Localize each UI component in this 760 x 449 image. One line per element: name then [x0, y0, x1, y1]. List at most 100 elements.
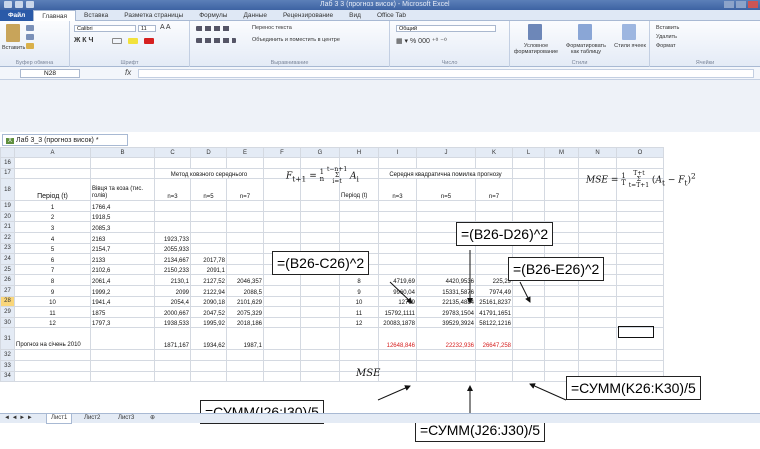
- tab-insert[interactable]: Вставка: [76, 10, 116, 21]
- paste-label[interactable]: Вставить: [2, 45, 25, 51]
- font-size-select[interactable]: 11: [138, 25, 156, 32]
- document-tab[interactable]: X Лаб 3_3 (прогноз висок) *: [2, 134, 128, 146]
- cell-i[interactable]: 9960,04: [378, 284, 417, 297]
- cell-c[interactable]: 2099: [154, 284, 191, 297]
- cell-b[interactable]: 1999,2: [90, 284, 155, 297]
- row-header[interactable]: 34: [0, 370, 15, 383]
- maximize-icon[interactable]: [736, 1, 746, 8]
- cell-styles-button[interactable]: Стили ячеек: [612, 43, 648, 49]
- cell-b[interactable]: 1918,5: [90, 210, 155, 223]
- cell-j[interactable]: 22135,4884: [416, 295, 476, 308]
- cell-i[interactable]: 20083,1878: [378, 316, 417, 329]
- row-header[interactable]: 21: [0, 221, 15, 233]
- cell-c[interactable]: 1871,167: [154, 327, 191, 351]
- cell-c[interactable]: 2000,667: [154, 306, 191, 318]
- new-sheet-icon[interactable]: ⊕: [150, 414, 155, 423]
- cell-b[interactable]: 2102,6: [90, 263, 155, 276]
- percent-icon[interactable]: ▦ ▾ % 000 ⁺⁰ ⁻⁰: [396, 37, 447, 45]
- cut-icon[interactable]: [26, 25, 34, 31]
- col-header-k[interactable]: K: [475, 147, 513, 158]
- tab-formulas[interactable]: Формулы: [191, 10, 235, 21]
- cell-k[interactable]: 41791,1651: [475, 306, 513, 318]
- cell-k[interactable]: 7974,49: [475, 284, 513, 297]
- row-header[interactable]: 18: [0, 178, 15, 202]
- row-header[interactable]: 20: [0, 210, 15, 223]
- cell-a[interactable]: 6: [14, 253, 91, 265]
- row-header[interactable]: 27: [0, 284, 15, 297]
- cell-e[interactable]: 1987,1: [226, 327, 264, 351]
- row-header[interactable]: 22: [0, 231, 15, 244]
- row-header[interactable]: 24: [0, 253, 15, 265]
- tab-data[interactable]: Данные: [235, 10, 274, 21]
- grow-font-icon[interactable]: A A: [160, 24, 171, 31]
- cell-j[interactable]: 4420,9536: [416, 274, 476, 286]
- cell-a[interactable]: 2: [14, 210, 91, 223]
- cell-b[interactable]: 2163: [90, 231, 155, 244]
- row-header[interactable]: 23: [0, 242, 15, 255]
- number-format-select[interactable]: Общий: [396, 25, 496, 32]
- conditional-format-button[interactable]: Условное форматирование: [512, 43, 560, 55]
- tab-file[interactable]: Файл: [0, 9, 34, 21]
- delete-cells-button[interactable]: Удалить: [656, 34, 677, 40]
- cell-h[interactable]: 10: [339, 295, 379, 308]
- cell-i[interactable]: 12769: [378, 295, 417, 308]
- cell-d[interactable]: 2090,18: [190, 295, 227, 308]
- undo-icon[interactable]: [26, 1, 34, 8]
- cell-j[interactable]: 15331,5876: [416, 284, 476, 297]
- cell-b[interactable]: 2085,3: [90, 221, 155, 233]
- cell-b[interactable]: 1766,4: [90, 200, 155, 212]
- row-header[interactable]: 33: [0, 359, 15, 372]
- align-left-icon[interactable]: [196, 38, 236, 43]
- col-header-n[interactable]: N: [578, 147, 617, 158]
- mse-n7[interactable]: 26647,258: [475, 327, 513, 351]
- active-cell-outline[interactable]: [618, 326, 654, 338]
- cell-c[interactable]: 2130,1: [154, 274, 191, 286]
- cell-h[interactable]: 11: [339, 306, 379, 318]
- cell-a[interactable]: 4: [14, 231, 91, 244]
- mse-n5[interactable]: 22232,936: [416, 327, 476, 351]
- merge-center-button[interactable]: Объединить и поместить в центре: [252, 37, 340, 43]
- close-icon[interactable]: [748, 1, 758, 8]
- col-header-m[interactable]: M: [544, 147, 579, 158]
- cell-d[interactable]: 2091,1: [190, 263, 227, 276]
- cell-a[interactable]: 7: [14, 263, 91, 276]
- cell-a[interactable]: 1: [14, 200, 91, 212]
- row-header[interactable]: 30: [0, 316, 15, 329]
- cell-j[interactable]: 39529,3924: [416, 316, 476, 329]
- window-controls[interactable]: [724, 1, 758, 8]
- cell-a[interactable]: 8: [14, 274, 91, 286]
- cell-h[interactable]: 12: [339, 316, 379, 329]
- row-header[interactable]: 17: [0, 167, 15, 180]
- fx-icon[interactable]: fx: [125, 68, 131, 77]
- insert-cells-button[interactable]: Вставить: [656, 25, 679, 31]
- col-header-f[interactable]: F: [263, 147, 301, 158]
- cell-e[interactable]: 2075,329: [226, 306, 264, 318]
- font-name-select[interactable]: Calibri: [74, 25, 136, 32]
- cell-c[interactable]: 1938,533: [154, 316, 191, 329]
- mse-n3[interactable]: 12648,846: [378, 327, 417, 351]
- cell-e[interactable]: 2046,357: [226, 274, 264, 286]
- cell-c[interactable]: 2134,667: [154, 253, 191, 265]
- row-header[interactable]: 16: [0, 157, 15, 169]
- cell-a[interactable]: 10: [14, 295, 91, 308]
- col-header-j[interactable]: J: [416, 147, 476, 158]
- wrap-text-button[interactable]: Перенос текста: [252, 25, 292, 31]
- conditional-format-icon[interactable]: [528, 24, 542, 40]
- col-header-l[interactable]: L: [512, 147, 545, 158]
- cell-d[interactable]: 2047,52: [190, 306, 227, 318]
- tab-review[interactable]: Рецензирование: [275, 10, 341, 21]
- cell-d[interactable]: 2122,94: [190, 284, 227, 297]
- cell-b[interactable]: 1875: [90, 306, 155, 318]
- tab-office-tab[interactable]: Office Tab: [369, 10, 414, 21]
- cell-j[interactable]: 29783,1504: [416, 306, 476, 318]
- cell-b[interactable]: 2154,7: [90, 242, 155, 255]
- minimize-icon[interactable]: [724, 1, 734, 8]
- col-header-b[interactable]: B: [90, 147, 155, 158]
- cell-c[interactable]: 2055,933: [154, 242, 191, 255]
- cell-h[interactable]: 9: [339, 284, 379, 297]
- tab-page-layout[interactable]: Разметка страницы: [116, 10, 191, 21]
- cell-d[interactable]: 1934,62: [190, 327, 227, 351]
- cell-e[interactable]: 2088,5: [226, 284, 264, 297]
- cell-styles-icon[interactable]: [622, 24, 636, 40]
- cell-d[interactable]: 2017,78: [190, 253, 227, 265]
